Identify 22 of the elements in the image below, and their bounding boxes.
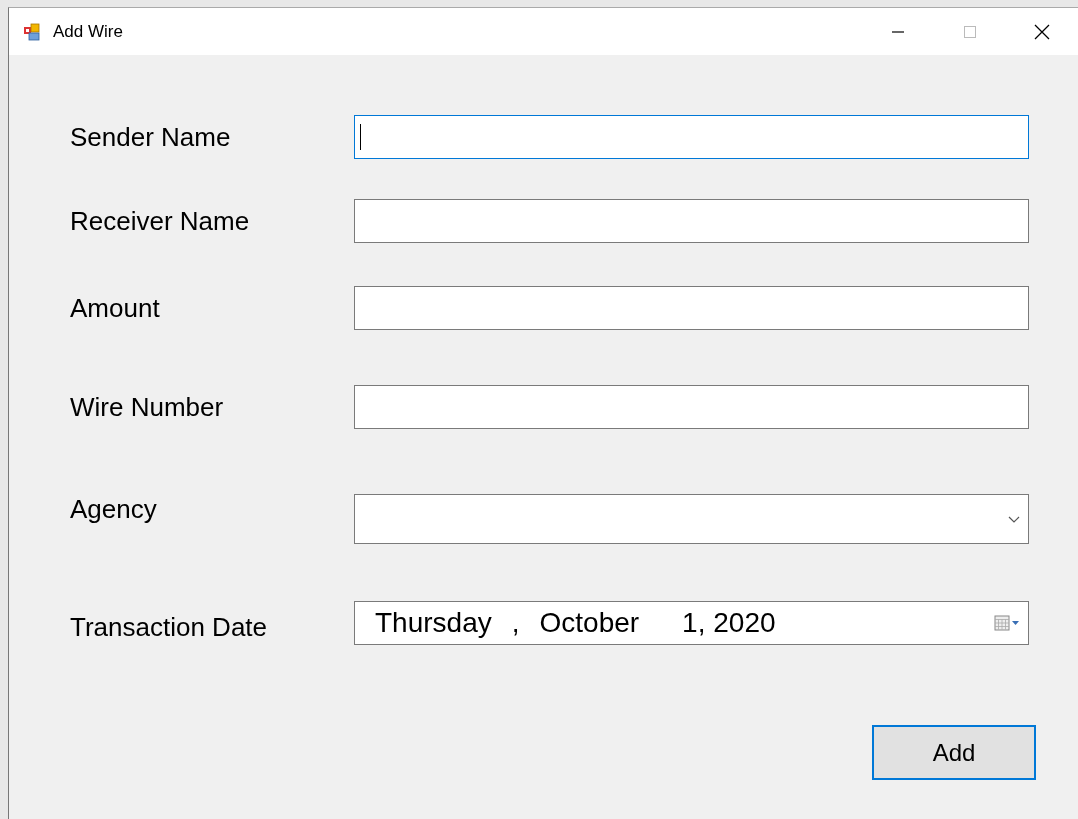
input-field[interactable] [354,286,1029,330]
field-label: Sender Name [70,121,232,153]
chevron-down-icon [1008,516,1020,524]
field-label: Agency [70,493,158,525]
date-picker[interactable]: Thursday , October 1, 2020 [354,601,1029,645]
date-part: Thursday [375,607,492,639]
app-icon [23,22,41,41]
input-field[interactable] [354,385,1029,429]
calendar-dropdown-icon [994,614,1020,632]
field-label: Wire Number [70,391,225,423]
input-field[interactable] [354,199,1029,243]
date-part: , [511,607,520,639]
add-button[interactable]: Add [872,725,1036,780]
field-label: Amount [70,292,161,324]
dropdown-field[interactable] [354,494,1029,544]
field-label: Transaction Date [70,611,269,643]
input-field[interactable] [354,115,1029,159]
date-part: 1, 2020 [682,607,776,639]
close-icon[interactable] [1033,22,1051,41]
window-title: Add Wire [53,21,124,42]
field-label: Receiver Name [70,205,251,237]
date-part: October [539,607,640,639]
